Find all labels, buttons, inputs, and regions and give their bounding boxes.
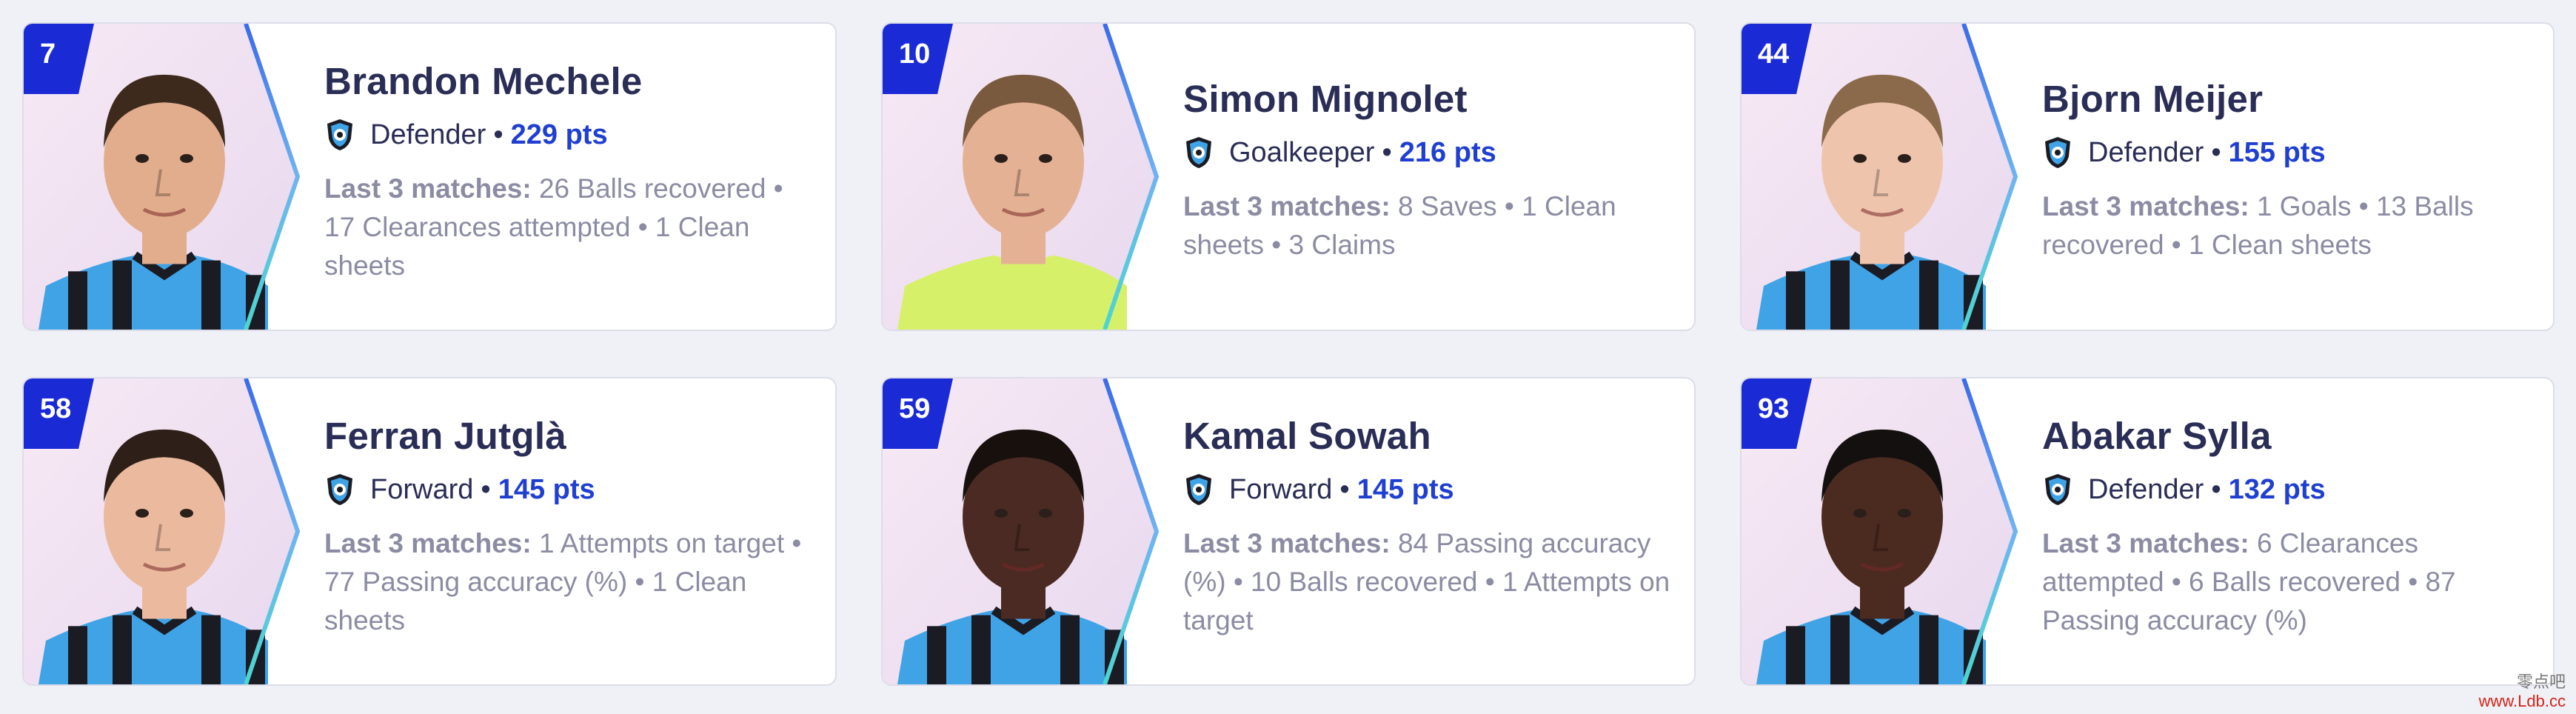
player-info: Kamal Sowah Forward • 145 pts Last 3 mat… [1183,414,1672,640]
recent-stats: Last 3 matches: 8 Saves • 1 Clean sheets… [1183,187,1672,264]
stats-label: Last 3 matches: [324,173,532,204]
separator-dot: • [493,119,504,150]
recent-stats: Last 3 matches: 26 Balls recovered • 17 … [324,170,813,285]
player-info: Brandon Mechele Defender • 229 pts Last … [324,59,813,285]
player-meta: Goalkeeper • 216 pts [1183,136,1672,170]
player-meta: Forward • 145 pts [324,473,813,507]
player-card[interactable]: 93 Abakar Sylla Defender • 132 pts Last … [1740,377,2555,686]
separator-dot: • [2211,136,2221,168]
separator-dot: • [481,473,491,505]
player-name[interactable]: Abakar Sylla [2042,414,2531,458]
separator-dot: • [1339,473,1350,505]
player-info: Bjorn Meijer Defender • 155 pts Last 3 m… [2042,77,2531,264]
player-card[interactable]: 44 Bjorn Meijer Defender • 155 pts Last … [1740,22,2555,331]
player-name[interactable]: Bjorn Meijer [2042,77,2531,121]
recent-stats: Last 3 matches: 1 Attempts on target • 7… [324,524,813,640]
player-card-grid: 7 Brandon Mechele Defender • 229 pts Las… [22,22,2555,686]
player-name[interactable]: Simon Mignolet [1183,77,1672,121]
stats-label: Last 3 matches: [324,528,532,558]
stats-label: Last 3 matches: [1183,191,1391,221]
player-meta: Forward • 145 pts [1183,473,1672,507]
stats-label: Last 3 matches: [1183,528,1391,558]
player-card[interactable]: 59 Kamal Sowah Forward • 145 pts Last 3 … [881,377,1696,686]
stats-label: Last 3 matches: [2042,191,2249,221]
player-points: 145 pts [1356,473,1454,505]
player-meta: Defender • 155 pts [2042,136,2531,170]
club-crest-icon [1183,473,1214,507]
player-info: Ferran Jutglà Forward • 145 pts Last 3 m… [324,414,813,640]
recent-stats: Last 3 matches: 6 Clearances attempted •… [2042,524,2531,640]
player-meta: Defender • 229 pts [324,118,813,152]
club-crest-icon [2042,136,2073,170]
player-card[interactable]: 10 Simon Mignolet Goalkeeper • 216 pts L… [881,22,1696,331]
player-info: Abakar Sylla Defender • 132 pts Last 3 m… [2042,414,2531,640]
player-position: Defender [2088,136,2204,168]
player-points: 132 pts [2228,473,2326,505]
player-position: Forward [1229,473,1333,505]
player-points: 145 pts [498,473,595,505]
player-points: 229 pts [510,119,608,150]
separator-dot: • [1382,136,1392,168]
club-crest-icon [324,473,355,507]
club-crest-icon [324,118,355,152]
player-position: Defender [2088,473,2204,505]
player-info: Simon Mignolet Goalkeeper • 216 pts Last… [1183,77,1672,264]
recent-stats: Last 3 matches: 84 Passing accuracy (%) … [1183,524,1672,640]
player-card[interactable]: 58 Ferran Jutglà Forward • 145 pts Last … [22,377,837,686]
player-card[interactable]: 7 Brandon Mechele Defender • 229 pts Las… [22,22,837,331]
club-crest-icon [2042,473,2073,507]
club-crest-icon [1183,136,1214,170]
player-name[interactable]: Ferran Jutglà [324,414,813,458]
player-position: Defender [370,119,486,150]
recent-stats: Last 3 matches: 1 Goals • 13 Balls recov… [2042,187,2531,264]
player-points: 216 pts [1399,136,1496,168]
stats-label: Last 3 matches: [2042,528,2249,558]
separator-dot: • [2211,473,2221,505]
player-meta: Defender • 132 pts [2042,473,2531,507]
player-name[interactable]: Kamal Sowah [1183,414,1672,458]
player-points: 155 pts [2228,136,2326,168]
site-watermark: 零点吧 www.Ldb.cc [2479,673,2566,711]
watermark-url: www.Ldb.cc [2478,692,2566,710]
player-position: Forward [370,473,474,505]
player-name[interactable]: Brandon Mechele [324,59,813,103]
watermark-line1: 零点吧 [2516,673,2566,691]
player-position: Goalkeeper [1229,136,1375,168]
